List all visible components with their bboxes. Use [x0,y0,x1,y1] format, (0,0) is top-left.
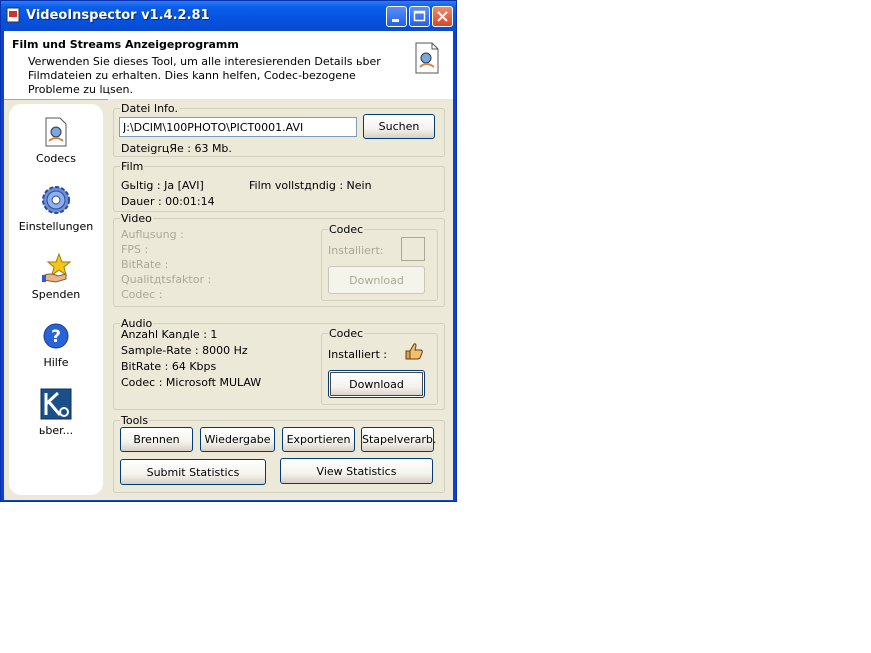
video-quality-label: Qualitдtsfaktor : [121,273,212,286]
sidebar-item-label: Einstellungen [18,220,94,233]
video-codec-legend: Codec [329,223,364,236]
batch-button[interactable]: Stapelverarb. [361,427,436,452]
app-icon [6,7,20,23]
sidebar-item-hilfe[interactable]: ? Hilfe [9,320,103,369]
help-icon: ? [43,323,69,349]
video-fps-label: FPS : [121,243,149,256]
app-window: VideoInspector v1.4.2.81 Film und Stream… [0,0,457,502]
file-size-label: DateigrцЯe : 63 Mb. [121,142,232,155]
submit-statistics-button[interactable]: Submit Statistics [120,459,266,485]
sidebar-item-about[interactable]: ьber... [9,388,103,437]
sidebar-item-einstellungen[interactable]: Einstellungen [9,184,103,233]
window-title: VideoInspector v1.4.2.81 [26,8,210,23]
maximize-button[interactable] [409,6,430,27]
sidebar-item-label: Hilfe [43,356,69,369]
film-duration-label: Dauer : 00:01:14 [121,195,215,208]
audio-samplerate-label: Sample-Rate : 8000 Hz [121,344,248,357]
view-statistics-button[interactable]: View Statistics [280,458,433,484]
file-info-legend: Datei Info. [121,102,178,115]
video-legend: Video [121,212,152,225]
audio-codec-label: Codec : Microsoft MULAW [121,376,262,389]
title-bar[interactable]: VideoInspector v1.4.2.81 [1,1,456,31]
minimize-icon [392,19,399,22]
minimize-button[interactable] [386,6,407,27]
video-codec-label: Codec : [121,288,163,301]
search-button[interactable]: Suchen [363,114,435,139]
video-bitrate-label: BitRate : [121,258,169,271]
film-legend: Film [121,160,144,173]
tools-legend: Tools [121,414,149,427]
export-button[interactable]: Exportieren [282,427,355,452]
play-button[interactable]: Wiedergabe [200,427,275,452]
svg-text:?: ? [51,327,61,347]
about-icon [40,388,72,420]
header: Film und Streams Anzeigeprogramm Verwend… [4,31,453,100]
maximize-icon [413,10,426,22]
close-button[interactable] [432,6,453,27]
client-area: Film und Streams Anzeigeprogramm Verwend… [4,31,453,500]
video-codec-installed-label: Installiert: [328,244,384,257]
sidebar-item-label: Codecs [36,152,76,165]
film-valid-label: Gьltig : Ja [AVI] [121,179,204,192]
sidebar-item-label: ьber... [38,424,74,437]
gear-icon [42,186,70,214]
audio-channels-label: Anzahl Kanдle : 1 [121,328,218,341]
close-icon [437,11,448,22]
sidebar-item-label: Spenden [31,288,81,301]
audio-codec-download-button[interactable]: Download [328,370,425,398]
audio-bitrate-label: BitRate : 64 Kbps [121,360,217,373]
header-title: Film und Streams Anzeigeprogramm [12,38,239,51]
video-resolution-label: Auflцsung : [121,228,184,241]
burn-button[interactable]: Brennen [120,427,193,452]
header-description: Verwenden Sie dieses Tool, um alle inter… [28,55,381,96]
sidebar: Codecs Einstellungen Spenden ? Hilfe ьbe… [9,104,103,495]
donate-icon [42,252,72,283]
video-codec-download-button[interactable]: Download [328,266,425,294]
film-complete-label: Film vollstдndig : Nein [249,179,372,192]
file-path-input[interactable] [119,117,357,137]
thumbs-up-icon [405,343,423,360]
codecs-icon [45,117,67,147]
audio-codec-legend: Codec [329,327,364,340]
document-film-icon [415,42,439,74]
details-panel: Datei Info. Suchen DateigrцЯe : 63 Mb. F… [108,99,453,500]
sidebar-item-codecs[interactable]: Codecs [9,116,103,165]
sidebar-item-spenden[interactable]: Spenden [9,252,103,301]
audio-codec-installed-label: Installiert : [328,348,387,361]
video-codec-status-box [401,237,425,261]
